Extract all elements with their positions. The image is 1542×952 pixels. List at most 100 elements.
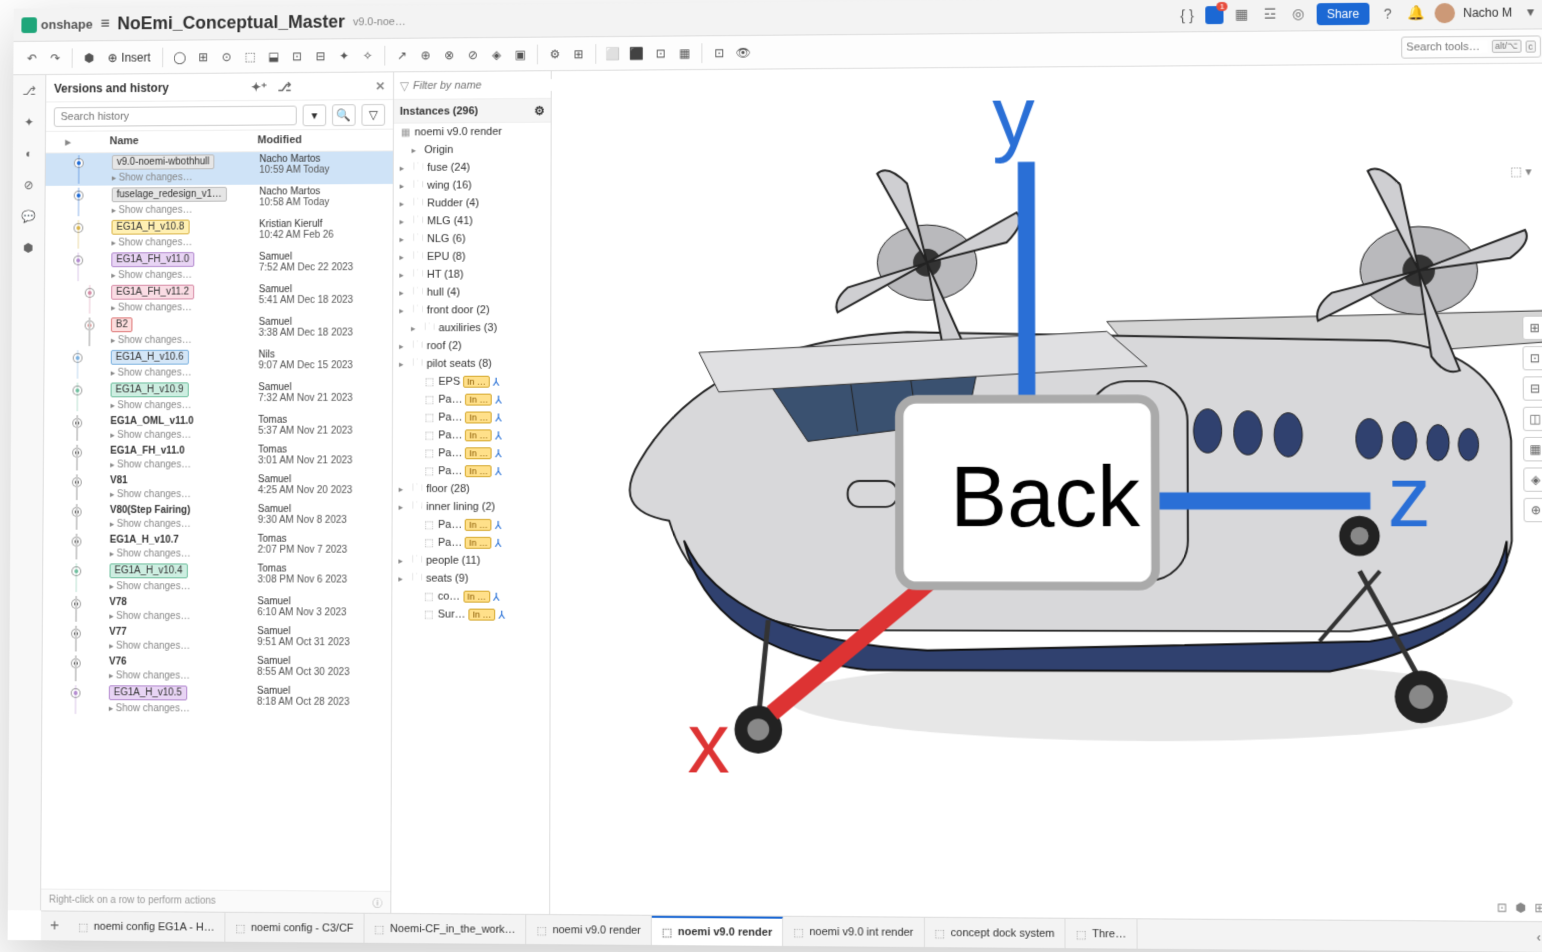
part-item[interactable]: ⬚EPSIn …⅄ xyxy=(393,373,550,391)
tab-scroll-left-icon[interactable]: ‹ xyxy=(1537,930,1541,944)
show-changes-link[interactable]: Show changes… xyxy=(109,670,190,681)
br-tool-1[interactable]: ⊡ xyxy=(1497,900,1507,914)
tool-icon-13[interactable]: ⊘ xyxy=(462,44,484,66)
show-changes-link[interactable]: Show changes… xyxy=(109,703,190,714)
tool-icon-8[interactable]: ✦ xyxy=(333,45,355,67)
tool-icon-6[interactable]: ⊡ xyxy=(286,45,308,67)
version-row[interactable]: v9.0-noemi-wbothhullShow changes…Nacho M… xyxy=(46,151,393,186)
part-item[interactable]: ⬚Pa…In …⅄ xyxy=(393,516,550,534)
version-row[interactable]: EG1A_H_v10.8Show changes…Kristian Kierul… xyxy=(45,217,392,251)
origin-item[interactable]: ▸ Origin xyxy=(394,140,551,159)
show-changes-link[interactable]: Show changes… xyxy=(110,459,191,470)
version-row[interactable]: V81Show changes…Samuel4:25 AM Nov 20 202… xyxy=(44,472,392,502)
col-modified[interactable]: Modified xyxy=(257,134,385,148)
rail-icon-4[interactable]: ⊘ xyxy=(19,175,39,195)
chevron-icon[interactable]: ▸ xyxy=(411,323,421,334)
chevron-icon[interactable]: ▸ xyxy=(399,359,409,370)
folder-item[interactable]: ▸🗀wing (16) xyxy=(394,176,551,195)
tool-icon-14[interactable]: ◈ xyxy=(486,43,508,65)
version-row[interactable]: EG1A_FH_v11.0Show changes…Tomas3:01 AM N… xyxy=(44,442,392,472)
app-icon[interactable]: ◎ xyxy=(1288,4,1308,24)
version-row[interactable]: EG1A_FH_v11.0Show changes…Samuel7:52 AM … xyxy=(45,249,392,283)
chevron-icon[interactable]: ▸ xyxy=(399,341,409,352)
share-button[interactable]: Share xyxy=(1317,2,1370,24)
tool-icon-16[interactable]: ⚙ xyxy=(544,43,566,65)
chevron-icon[interactable]: ▸ xyxy=(399,502,409,513)
instances-header[interactable]: Instances (296) ⚙ xyxy=(394,99,551,124)
branch-add-icon[interactable]: ⎇ xyxy=(275,77,295,97)
show-changes-link[interactable]: Show changes… xyxy=(111,270,192,281)
tool-icon-4[interactable]: ⬚ xyxy=(239,45,261,67)
show-changes-link[interactable]: Show changes… xyxy=(109,611,190,622)
part-item[interactable]: ⬚Pa…In …⅄ xyxy=(393,462,550,480)
search-tools-input[interactable] xyxy=(1406,40,1488,53)
user-menu-chevron-icon[interactable]: ▾ xyxy=(1520,2,1541,22)
folder-item[interactable]: ▸🗀floor (28) xyxy=(393,480,550,498)
show-changes-link[interactable]: Show changes… xyxy=(112,172,193,183)
tool-icon-18[interactable]: ⬜ xyxy=(602,42,624,64)
version-row[interactable]: EG1A_H_v10.7Show changes…Tomas2:07 PM No… xyxy=(43,532,391,562)
side-tool-1[interactable]: ⊞ xyxy=(1522,316,1542,340)
chevron-icon[interactable]: ▸ xyxy=(398,573,408,584)
folder-item[interactable]: ▸🗀MLG (41) xyxy=(394,212,551,231)
side-tool-4[interactable]: ◫ xyxy=(1523,407,1542,431)
version-search-input[interactable] xyxy=(54,105,297,126)
chevron-icon[interactable]: ▸ xyxy=(400,180,410,191)
create-version-icon[interactable]: ✦⁺ xyxy=(249,77,269,97)
chevron-icon[interactable]: ▸ xyxy=(400,198,410,209)
folder-item[interactable]: ▸🗀hull (4) xyxy=(393,283,550,301)
list-icon[interactable]: ☲ xyxy=(1260,4,1280,24)
chevron-down-icon[interactable]: ▸ xyxy=(65,136,70,149)
folder-item[interactable]: ▸🗀NLG (6) xyxy=(393,230,550,249)
3d-viewport[interactable]: z y x Back ⬚ ▾ ⊞ ⊡ ⊟ ◫ ▦ ◈ ⊕ ⊡ ⬢ ⊞ xyxy=(550,64,1542,922)
document-tab[interactable]: ⬚noemi v9.0 int render xyxy=(783,917,924,947)
show-changes-link[interactable]: Show changes… xyxy=(110,519,191,530)
folder-item[interactable]: ▸🗀pilot seats (8) xyxy=(393,355,550,373)
insert-button[interactable]: ⊕ Insert xyxy=(102,48,157,66)
user-name[interactable]: Nacho M xyxy=(1463,5,1512,19)
show-changes-link[interactable]: Show changes… xyxy=(109,641,190,652)
search-tools[interactable]: alt/⌥ c xyxy=(1401,35,1541,58)
chevron-icon[interactable]: ▸ xyxy=(400,163,410,174)
document-tab[interactable]: ⬚Noemi-CF_in_the_work… xyxy=(364,914,526,944)
folder-item[interactable]: ▸🗀fuse (24) xyxy=(394,158,551,177)
tool-icon-23[interactable]: 👁 xyxy=(732,41,754,63)
version-row[interactable]: EG1A_H_v10.5Show changes…Samuel8:18 AM O… xyxy=(42,683,391,717)
folder-item[interactable]: ▸🗀EPU (8) xyxy=(393,247,550,266)
document-tab[interactable]: ⬚Thre… xyxy=(1066,919,1138,949)
version-row[interactable]: fuselage_redesign_v1…Show changes…Nacho … xyxy=(45,184,392,218)
help-icon[interactable]: ? xyxy=(1378,3,1398,23)
branch-icon[interactable]: { } xyxy=(1177,5,1197,25)
part-item[interactable]: ⬚Pa…In …⅄ xyxy=(393,408,550,426)
rail-icon-6[interactable]: ⬢ xyxy=(18,238,38,258)
info-icon[interactable]: ⓘ xyxy=(372,895,382,910)
show-changes-link[interactable]: Show changes… xyxy=(111,368,192,379)
show-changes-link[interactable]: Show changes… xyxy=(111,237,192,248)
tool-icon-22[interactable]: ⊡ xyxy=(708,42,730,64)
folder-item[interactable]: ▸🗀Rudder (4) xyxy=(394,194,551,213)
iso-cube-icon[interactable]: ⬚ ▾ xyxy=(1510,164,1531,178)
version-filter-icon[interactable]: ▽ xyxy=(361,103,385,125)
chevron-icon[interactable]: ▸ xyxy=(399,234,409,245)
branch-indicator[interactable]: v9.0-noe… xyxy=(353,16,406,28)
part-item[interactable]: ⬚Pa…In …⅄ xyxy=(393,426,550,444)
tool-icon-1[interactable]: ◯ xyxy=(169,46,191,68)
version-row[interactable]: V78Show changes…Samuel6:10 AM Nov 3 2023 xyxy=(43,594,392,624)
tool-icon-5[interactable]: ⬓ xyxy=(263,45,285,67)
show-changes-link[interactable]: Show changes… xyxy=(112,205,193,216)
br-tool-3[interactable]: ⊞ xyxy=(1534,901,1542,915)
version-dropdown-icon[interactable]: ▾ xyxy=(303,104,327,126)
document-tab[interactable]: ⬚noemi config EG1A - H… xyxy=(68,912,225,942)
tool-icon-20[interactable]: ⊡ xyxy=(650,42,672,64)
assembly-icon[interactable]: ⬢ xyxy=(78,47,100,69)
version-row[interactable]: V80(Step Fairing)Show changes…Samuel9:30… xyxy=(43,502,391,532)
folder-item[interactable]: ▸🗀HT (18) xyxy=(393,265,550,283)
version-row[interactable]: EG1A_H_v10.6Show changes…Nils9:07 AM Dec… xyxy=(44,347,392,380)
side-tool-2[interactable]: ⊡ xyxy=(1522,346,1542,370)
part-item[interactable]: ⬚Sur…In …⅄ xyxy=(392,605,549,623)
axis-widget[interactable]: z y x Back xyxy=(530,74,1534,932)
folder-item[interactable]: ▸🗀seats (9) xyxy=(392,570,549,588)
tool-icon-7[interactable]: ⊟ xyxy=(310,45,332,67)
show-changes-link[interactable]: Show changes… xyxy=(110,430,191,441)
version-row[interactable]: EG1A_H_v10.4Show changes…Tomas3:08 PM No… xyxy=(43,561,391,594)
